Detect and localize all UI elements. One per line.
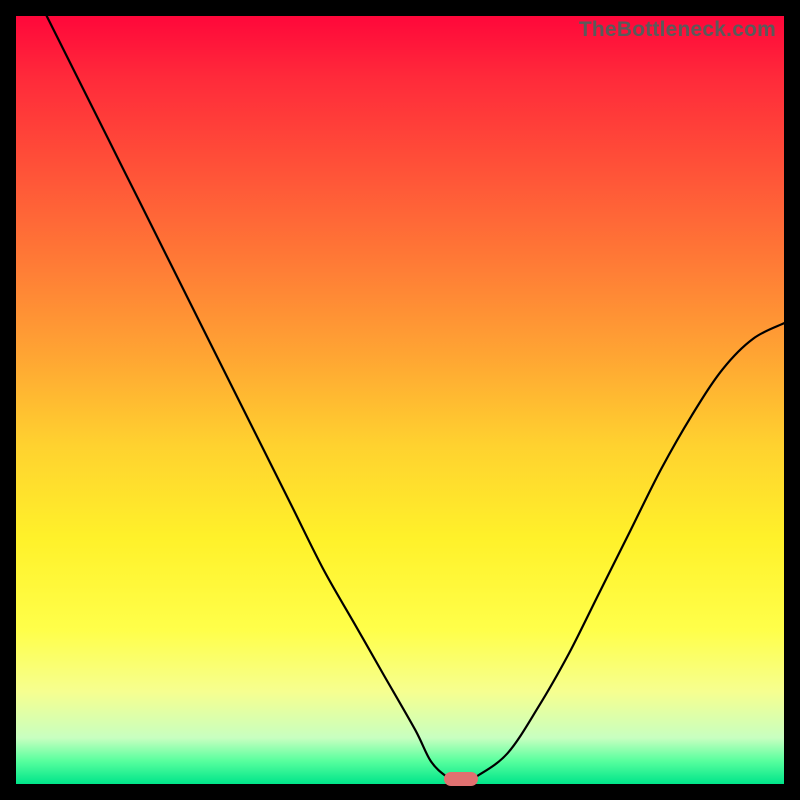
bottleneck-curve	[16, 16, 784, 784]
chart-frame: TheBottleneck.com	[0, 0, 800, 800]
optimal-point-marker	[444, 772, 478, 786]
curve-path	[47, 16, 784, 784]
plot-area: TheBottleneck.com	[16, 16, 784, 784]
